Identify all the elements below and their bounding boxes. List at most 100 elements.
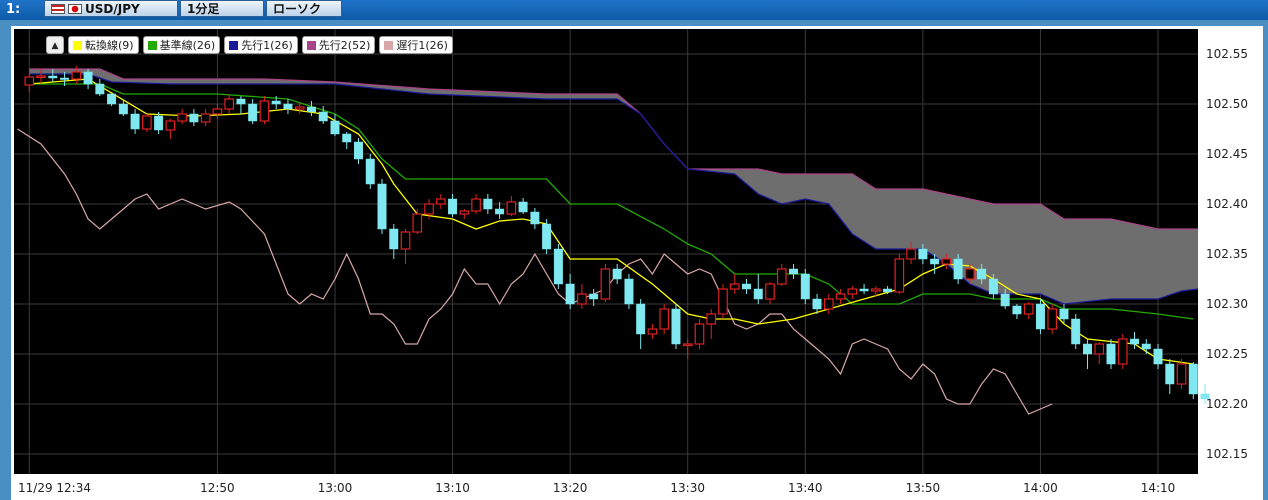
candle-body-up [941, 258, 952, 265]
legend-collapse-button[interactable]: ▲ [46, 36, 64, 54]
candle-body-down [95, 83, 105, 95]
candle-body-up [894, 258, 905, 293]
candle-body-down [306, 106, 316, 113]
candle-body-up [71, 71, 82, 80]
y-tick-label: 102.15 [1206, 447, 1248, 461]
candle-body-down [565, 283, 575, 305]
candle-body-down [448, 198, 458, 215]
candle-body-down [1106, 343, 1116, 365]
candle-body-down [1012, 305, 1022, 315]
candle-body-down [189, 113, 199, 123]
candle-body-up [165, 120, 176, 131]
candle-body-down [354, 141, 363, 160]
legend-item-chikou[interactable]: 遅行1(26) [379, 36, 453, 54]
candle-body-down [636, 303, 646, 335]
candle-body-down [518, 201, 528, 213]
candle-body-down [365, 158, 375, 185]
candle-body-down [883, 288, 893, 293]
candle-body-down [342, 133, 352, 143]
candle-body-up [142, 115, 152, 130]
candle-body-up [694, 323, 705, 345]
x-tick-label: 13:00 [318, 481, 353, 495]
legend-label: 転換線(9) [85, 38, 134, 52]
candle-body-up [24, 76, 35, 86]
candle-body-up [682, 343, 693, 347]
candle-body-up [424, 203, 434, 215]
candle-body-up [647, 328, 658, 335]
chart-canvas[interactable]: 102.55 102.50 102.45 102.40 102.35 102.30 102.… [0, 0, 1268, 500]
candle-body-up [212, 108, 223, 115]
candle-body-up [1094, 343, 1105, 355]
x-tick-label: 13:50 [906, 481, 941, 495]
candle-body-down [236, 98, 246, 105]
y-tick-label: 102.25 [1206, 347, 1248, 361]
candle-body-down [1071, 318, 1081, 345]
candle-body-up [294, 106, 305, 110]
candle-body-up [577, 293, 587, 305]
y-tick-label: 102.20 [1206, 397, 1248, 411]
candle-body-up [471, 198, 481, 212]
candle-body-down [330, 120, 340, 135]
candle-body-down [671, 308, 681, 345]
candle-body-down [495, 208, 505, 215]
candle-body-up [1047, 308, 1058, 330]
candle-body-up [400, 231, 411, 250]
legend-swatch [384, 40, 394, 50]
candle-body-down [753, 288, 763, 300]
candle-body-up [600, 268, 611, 300]
y-tick-label: 102.45 [1206, 147, 1248, 161]
candle-body-up [459, 210, 470, 215]
legend-label: 遅行1(26) [396, 38, 448, 52]
x-tick-label: 13:30 [670, 481, 705, 495]
candle-body-up [200, 113, 211, 123]
candle-body-down [812, 298, 822, 310]
candle-body-up [435, 198, 446, 205]
candle-body-down [118, 103, 128, 115]
candle-body-down [1153, 348, 1163, 365]
candle-body-down [483, 198, 493, 210]
candle-body-down [612, 268, 622, 280]
x-tick-label: 14:10 [1141, 481, 1176, 495]
candle-body-up [823, 298, 834, 310]
candle-body-down [977, 268, 987, 280]
legend-swatch [147, 40, 157, 50]
y-axis: 102.55 102.50 102.45 102.40 102.35 102.30 102.… [1206, 47, 1248, 461]
legend: ▲ 転換線(9) 基準線(26) 先行1(26) 先行2(52) 遅行1(26) [46, 36, 453, 56]
legend-item-tenkan[interactable]: 転換線(9) [68, 36, 139, 54]
legend-label: 先行1(26) [241, 38, 293, 52]
y-tick-label: 102.35 [1206, 247, 1248, 261]
candle-body-down [800, 273, 810, 300]
candle-body-down [1165, 363, 1175, 385]
candle-body-down [271, 100, 281, 105]
candle-body-down [377, 183, 387, 230]
candle-body-up [706, 313, 717, 325]
candle-body-down [248, 103, 258, 122]
candle-body-down [930, 258, 940, 265]
legend-swatch [73, 40, 82, 50]
candle-body-down [859, 288, 869, 292]
candle-body-down [542, 223, 552, 250]
candle-body-down [48, 75, 58, 79]
candle-body-down [83, 71, 93, 85]
candle-body-down [318, 111, 328, 122]
candle-body-up [1023, 303, 1034, 315]
legend-item-senkou2[interactable]: 先行2(52) [301, 36, 376, 54]
candle-body-up [224, 98, 234, 110]
candle-body-down [918, 248, 928, 260]
candle-body-down [1082, 343, 1092, 355]
x-tick-label: 11/29 12:34 [18, 481, 91, 495]
candle-body-up [259, 100, 270, 122]
candle-body-down [553, 248, 563, 285]
candle-body-up [1176, 363, 1187, 385]
legend-item-senkou1[interactable]: 先行1(26) [224, 36, 298, 54]
y-tick-label: 102.55 [1206, 47, 1248, 61]
candle-body-up [1117, 338, 1128, 365]
x-axis: 11/29 12:34 12:50 13:00 13:10 13:20 13:30 13:4… [18, 481, 1175, 495]
legend-item-kijun[interactable]: 基準線(26) [142, 36, 221, 54]
y-tick-label: 102.50 [1206, 97, 1248, 111]
candle-body-down [1141, 343, 1151, 350]
candle-body-down [742, 283, 751, 290]
candle-body-up [965, 268, 975, 280]
candle-body-up [847, 288, 858, 295]
legend-swatch [306, 40, 316, 50]
